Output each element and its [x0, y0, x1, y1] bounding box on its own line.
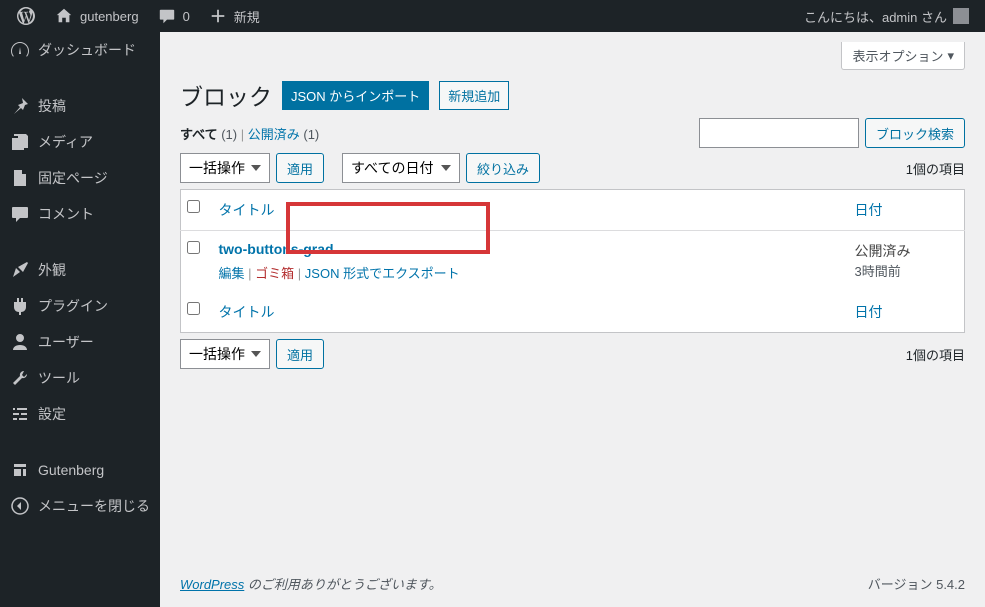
- row-export-link[interactable]: JSON 形式でエクスポート: [305, 266, 460, 281]
- comments-menu[interactable]: 0: [149, 0, 198, 32]
- avatar: [953, 8, 969, 24]
- page-title: ブロック: [180, 78, 272, 112]
- howdy-text: こんにちは、admin さん: [804, 7, 947, 26]
- users-icon: [10, 332, 30, 352]
- col-title-footer[interactable]: タイトル: [219, 304, 275, 320]
- my-account-menu[interactable]: こんにちは、admin さん: [796, 0, 977, 32]
- collapse-icon: [10, 496, 30, 516]
- sidebar-item-label: ダッシュボード: [38, 40, 136, 60]
- tools-icon: [10, 368, 30, 388]
- table-row: two-buttons-grad 編集 | ゴミ箱 | JSON 形式でエクスポ…: [181, 231, 965, 293]
- sidebar-item-posts[interactable]: 投稿: [0, 88, 160, 124]
- wordpress-link[interactable]: WordPress: [180, 577, 244, 592]
- row-trash-link[interactable]: ゴミ箱: [255, 266, 294, 281]
- add-new-button[interactable]: 新規追加: [439, 81, 509, 110]
- sidebar-item-label: 固定ページ: [38, 168, 108, 188]
- sidebar-item-label: Gutenberg: [38, 462, 104, 478]
- bulk-action-select[interactable]: 一括操作: [180, 153, 270, 183]
- bulk-apply-button-bottom[interactable]: 適用: [276, 339, 324, 369]
- tablenav-top: 一括操作 適用 すべての日付 絞り込み 1個の項目: [180, 153, 965, 183]
- sidebar-item-media[interactable]: メディア: [0, 124, 160, 160]
- gutenberg-icon: [10, 460, 30, 480]
- version-text: バージョン 5.4.2: [868, 574, 965, 593]
- items-count: 1個の項目: [906, 159, 965, 178]
- sidebar-collapse[interactable]: メニューを閉じる: [0, 488, 160, 524]
- search-button[interactable]: ブロック検索: [865, 118, 965, 148]
- comments-icon: [10, 204, 30, 224]
- sidebar-item-users[interactable]: ユーザー: [0, 324, 160, 360]
- date-filter-select[interactable]: すべての日付: [342, 153, 460, 183]
- footer-thanks: のご利用ありがとうございます。: [244, 577, 441, 592]
- appearance-icon: [10, 260, 30, 280]
- comments-count: 0: [183, 9, 190, 24]
- select-all-checkbox[interactable]: [187, 200, 200, 213]
- sidebar-item-label: ユーザー: [38, 332, 94, 352]
- site-title: gutenberg: [80, 9, 139, 24]
- filter-button[interactable]: 絞り込み: [466, 153, 540, 183]
- row-status: 公開済み: [855, 241, 955, 261]
- plus-icon: [208, 6, 228, 26]
- sidebar-item-label: 設定: [38, 404, 66, 424]
- tablenav-bottom: 一括操作 適用 1個の項目: [180, 339, 965, 369]
- page-icon: [10, 168, 30, 188]
- filter-published[interactable]: 公開済み: [248, 127, 300, 142]
- search-box: ブロック検索: [699, 118, 965, 148]
- sidebar-item-label: ツール: [38, 368, 80, 388]
- screen-options-toggle[interactable]: 表示オプション ▾: [841, 42, 965, 70]
- screen-options-label: 表示オプション: [852, 46, 943, 65]
- sidebar-item-pages[interactable]: 固定ページ: [0, 160, 160, 196]
- bulk-action-select-bottom[interactable]: 一括操作: [180, 339, 270, 369]
- select-all-checkbox-bottom[interactable]: [187, 302, 200, 315]
- row-title-link[interactable]: two-buttons-grad: [219, 241, 334, 257]
- filter-all[interactable]: すべて: [180, 127, 218, 142]
- comments-icon: [157, 6, 177, 26]
- sidebar-item-tools[interactable]: ツール: [0, 360, 160, 396]
- row-date: 3時間前: [855, 261, 955, 280]
- wordpress-icon: [16, 6, 36, 26]
- row-checkbox[interactable]: [187, 241, 200, 254]
- sidebar-item-appearance[interactable]: 外観: [0, 252, 160, 288]
- settings-icon: [10, 404, 30, 424]
- sidebar-item-settings[interactable]: 設定: [0, 396, 160, 432]
- items-count-bottom: 1個の項目: [906, 345, 965, 364]
- plugins-icon: [10, 296, 30, 316]
- pin-icon: [10, 96, 30, 116]
- sidebar-item-dashboard[interactable]: ダッシュボード: [0, 32, 160, 68]
- blocks-table: タイトル 日付 two-buttons-grad 編集 | ゴミ箱 | JSON…: [180, 189, 965, 333]
- bulk-apply-button[interactable]: 適用: [276, 153, 324, 183]
- chevron-down-icon: ▾: [947, 48, 954, 64]
- home-icon: [54, 6, 74, 26]
- sidebar-item-label: 投稿: [38, 96, 66, 116]
- new-content-menu[interactable]: 新規: [200, 0, 268, 32]
- sidebar-item-label: 外観: [38, 260, 66, 280]
- admin-bar: gutenberg 0 新規 こんにちは、admin さん: [0, 0, 985, 32]
- site-name-menu[interactable]: gutenberg: [46, 0, 147, 32]
- filter-published-count: (1): [303, 127, 319, 142]
- content-area: 表示オプション ▾ ブロック JSON からインポート 新規追加 ブロック検索 …: [160, 32, 985, 607]
- media-icon: [10, 132, 30, 152]
- sidebar-item-label: コメント: [38, 204, 94, 224]
- col-title-header[interactable]: タイトル: [219, 202, 275, 218]
- col-date-footer[interactable]: 日付: [855, 304, 883, 320]
- sidebar-item-comments[interactable]: コメント: [0, 196, 160, 232]
- sidebar-collapse-label: メニューを閉じる: [38, 496, 150, 516]
- dashboard-icon: [10, 40, 30, 60]
- sidebar-item-label: プラグイン: [38, 296, 108, 316]
- new-label: 新規: [234, 7, 260, 26]
- wp-logo-menu[interactable]: [8, 0, 44, 32]
- sidebar-item-label: メディア: [38, 132, 93, 152]
- admin-footer: WordPress のご利用ありがとうございます。 バージョン 5.4.2: [160, 560, 985, 607]
- row-edit-link[interactable]: 編集: [219, 266, 245, 281]
- filter-all-count: (1): [221, 127, 237, 142]
- sidebar-item-gutenberg[interactable]: Gutenberg: [0, 452, 160, 488]
- sidebar-item-plugins[interactable]: プラグイン: [0, 288, 160, 324]
- admin-sidebar: ダッシュボード 投稿 メディア 固定ページ コメント 外観 プラグイン ユーザー…: [0, 32, 160, 607]
- col-date-header[interactable]: 日付: [855, 202, 883, 218]
- search-input[interactable]: [699, 118, 859, 148]
- import-json-button[interactable]: JSON からインポート: [282, 81, 429, 110]
- row-actions: 編集 | ゴミ箱 | JSON 形式でエクスポート: [219, 263, 835, 282]
